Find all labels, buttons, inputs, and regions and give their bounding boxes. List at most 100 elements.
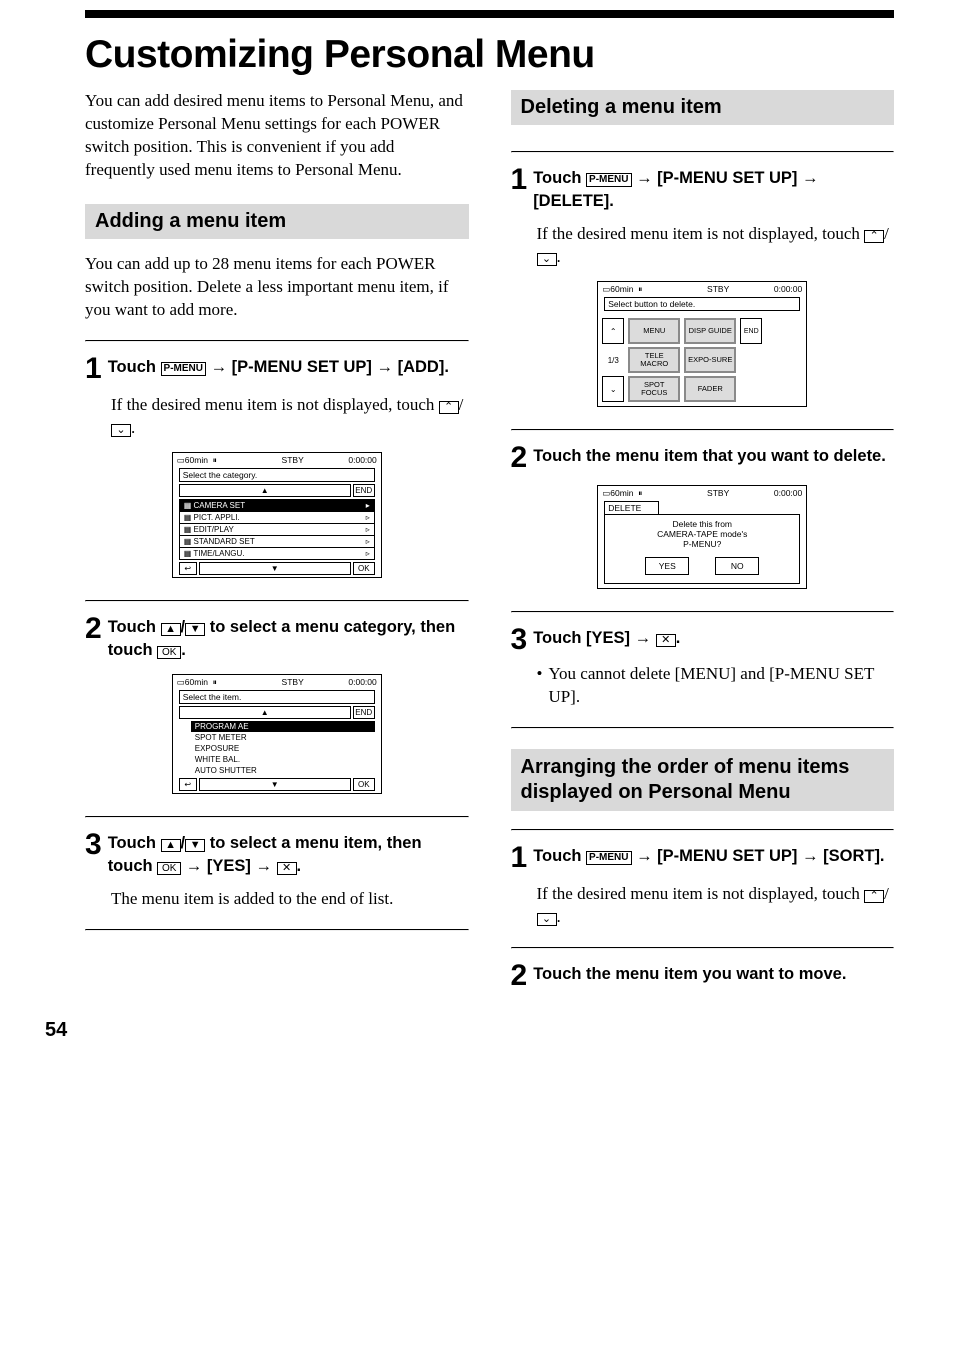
step-number: 1 [85,354,102,384]
list-item[interactable]: ▦ TIME/LANGU.▹ [180,547,374,559]
lcd-figure-category: ▭60min ⏸ STBY 0:00:00 Select the categor… [172,452,382,578]
rec-status: STBY [642,284,773,295]
pmenu-button[interactable]: P-MENU [586,173,631,187]
scroll-up-icon[interactable]: ⌃ [864,890,884,903]
confirm-text: P-MENU? [615,539,789,549]
text: [ADD]. [398,358,449,376]
scroll-down-button[interactable]: ⌄ [602,376,624,402]
back-button[interactable]: ↩ [179,562,197,575]
down-icon[interactable]: ▼ [185,839,205,852]
section-heading-add: Adding a menu item [85,204,469,239]
delete-step-3: 3 Touch [YES] → ✕. • You cannot delete [… [511,613,895,727]
step-number: 2 [85,614,102,644]
scroll-down-icon[interactable]: ⌄ [537,913,557,926]
step-text: Touch P-MENU → [P-MENU SET UP] → [DELETE… [533,167,894,213]
text: If the desired menu item is not displaye… [537,224,865,243]
rec-status: STBY [217,677,348,688]
up-icon[interactable]: ▲ [161,623,181,636]
grid-button[interactable]: FADER [684,376,736,402]
arrow-icon: → [802,847,823,865]
grid-button[interactable]: MENU [628,318,680,344]
prompt-text: Select button to delete. [604,297,800,311]
list-item[interactable]: ▦ EDIT/PLAY▹ [180,523,374,535]
step-text: Touch [YES] → ✕. [533,627,894,650]
prompt-text: Select the category. [179,468,375,482]
text: . [297,857,302,875]
scroll-up-button[interactable]: ⌃ [602,318,624,344]
step-number: 3 [85,830,102,860]
list-item[interactable]: ▦ PICT. APPLI.▹ [180,511,374,523]
pmenu-button[interactable]: P-MENU [586,851,631,865]
list-item[interactable]: SPOT METER [191,732,375,743]
list-item[interactable]: PROGRAM AE [191,721,375,732]
list-item[interactable]: EXPOSURE [191,743,375,754]
grid-button[interactable]: SPOT FOCUS [628,376,680,402]
scroll-up-icon[interactable]: ⌃ [439,401,459,414]
text: Touch [108,358,161,376]
ok-icon[interactable]: OK [157,862,181,875]
item-list: PROGRAM AE SPOT METER EXPOSURE WHITE BAL… [191,721,375,776]
lcd-figure-item: ▭60min ⏸ STBY 0:00:00 Select the item. ▲… [172,674,382,794]
scroll-down-icon[interactable]: ⌄ [111,424,131,437]
up-button[interactable]: ▲ [179,484,351,497]
end-button[interactable]: END [740,318,762,344]
close-icon[interactable]: ✕ [277,862,297,875]
end-button[interactable]: END [353,484,375,497]
list-item[interactable]: AUTO SHUTTER [191,765,375,776]
step-note: The menu item is added to the end of lis… [111,888,469,911]
step-number: 2 [511,961,528,991]
scroll-down-icon[interactable]: ⌄ [537,253,557,266]
ok-button[interactable]: OK [353,562,375,575]
grid-button[interactable]: EXPO-SURE [684,347,736,373]
timecode: 0:00:00 [774,284,802,295]
arrow-icon: → [632,847,658,865]
page-indicator: 1/3 [602,347,624,373]
step-text: Touch ▲/▼ to select a menu item, then to… [108,832,469,878]
text: You cannot delete [MENU] and [P-MENU SET… [548,663,894,709]
list-item[interactable]: ▦ CAMERA SET▸ [180,500,374,511]
lcd-figure-confirm: ▭60min ⏸ STBY 0:00:00 DELETE Delete this… [597,485,807,589]
pmenu-button[interactable]: P-MENU [161,362,206,376]
text: [YES] [207,857,256,875]
divider [85,929,469,931]
no-button[interactable]: NO [715,557,759,575]
down-button[interactable]: ▼ [199,778,351,791]
text: . [557,907,561,926]
sort-step-1: 1 Touch P-MENU → [P-MENU SET UP] → [SORT… [511,831,895,947]
right-column: Deleting a menu item 1 Touch P-MENU → [P… [511,90,895,999]
left-column: You can add desired menu items to Person… [85,90,469,999]
list-item[interactable]: ▦ STANDARD SET▹ [180,535,374,547]
grid-button[interactable]: DISP GUIDE [684,318,736,344]
step-text: Touch P-MENU → [P-MENU SET UP] → [ADD]. [108,356,469,379]
grid-button[interactable]: TELE MACRO [628,347,680,373]
rec-time: ▭60min ⏸ [602,488,642,499]
arrow-icon: → [632,169,658,187]
text: Touch [533,847,586,865]
page-intro: You can add desired menu items to Person… [85,90,469,182]
step-number: 2 [511,443,528,473]
text: [DELETE]. [533,192,614,210]
ok-icon[interactable]: OK [157,646,181,659]
end-button[interactable]: END [353,706,375,719]
down-button[interactable]: ▼ [199,562,351,575]
scroll-up-icon[interactable]: ⌃ [864,230,884,243]
prompt-text: Select the item. [179,690,375,704]
close-icon[interactable]: ✕ [656,634,676,647]
timecode: 0:00:00 [348,677,376,688]
ok-button[interactable]: OK [353,778,375,791]
yes-button[interactable]: YES [645,557,689,575]
delete-step-1: 1 Touch P-MENU → [P-MENU SET UP] → [DELE… [511,153,895,429]
rec-status: STBY [642,488,773,499]
down-icon[interactable]: ▼ [185,623,205,636]
sort-step-2: 2 Touch the menu item you want to move. [511,949,895,999]
list-item[interactable]: WHITE BAL. [191,754,375,765]
rec-time: ▭60min ⏸ [177,677,217,688]
text: . [676,629,681,647]
up-icon[interactable]: ▲ [161,839,181,852]
back-button[interactable]: ↩ [179,778,197,791]
text: . [181,641,186,659]
up-button[interactable]: ▲ [179,706,351,719]
bullet-icon: • [537,663,543,709]
arrow-icon: → [255,857,276,875]
lcd-figure-delete-grid: ▭60min ⏸ STBY 0:00:00 Select button to d… [597,281,807,407]
